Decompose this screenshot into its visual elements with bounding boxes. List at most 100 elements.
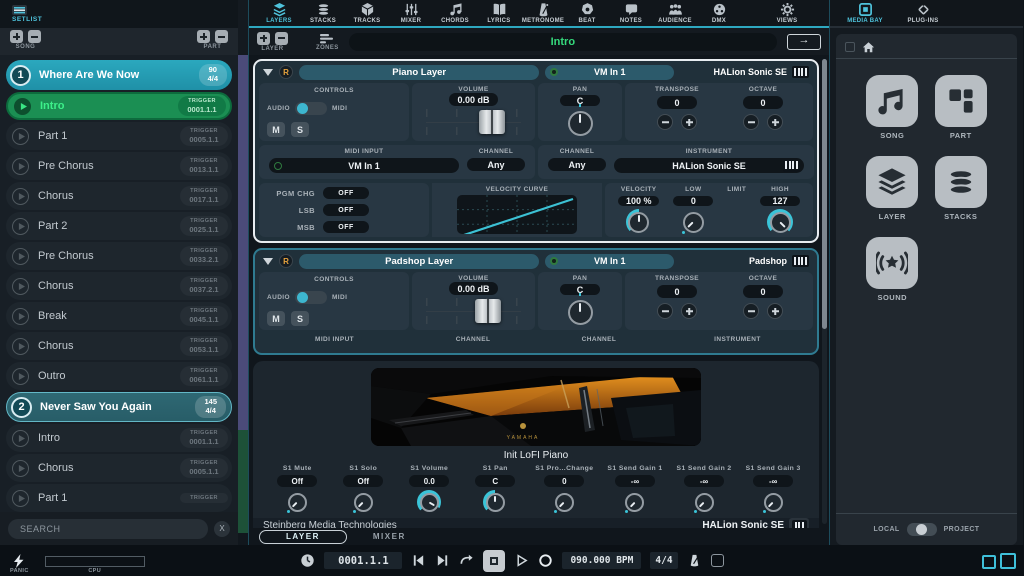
part-row[interactable]: Part 2 TRIGGER0025.1.1 <box>6 212 232 240</box>
param-value[interactable]: C <box>475 475 515 487</box>
octave-value[interactable]: 0 <box>743 96 783 109</box>
solo-button[interactable]: S <box>291 122 309 137</box>
audio-midi-toggle[interactable] <box>295 291 327 304</box>
song-row[interactable]: 1 Where Are We Now 904/4 <box>6 60 232 90</box>
transpose-value[interactable]: 0 <box>657 285 697 298</box>
song-row[interactable]: 2 Never Saw You Again 1454/4 <box>6 392 232 422</box>
part-row[interactable]: Chorus TRIGGER0037.2.1 <box>6 272 232 300</box>
collapse-icon[interactable] <box>263 69 273 76</box>
param-knob[interactable] <box>552 490 576 514</box>
main-window-button[interactable] <box>1000 553 1016 569</box>
transpose-value[interactable]: 0 <box>657 96 697 109</box>
loop-button[interactable] <box>459 553 474 568</box>
octave-plus-button[interactable] <box>767 114 783 130</box>
stop-button[interactable] <box>483 550 505 572</box>
go-to-end-button[interactable] <box>435 553 450 568</box>
volume-slider[interactable] <box>426 109 521 135</box>
record-button[interactable] <box>538 553 553 568</box>
param-value[interactable]: -∞ <box>753 475 793 487</box>
param-value[interactable]: 0 <box>544 475 584 487</box>
media-song-button[interactable]: SONG <box>858 75 927 140</box>
padshop-layer-panel[interactable]: R Padshop Layer VM In 1 Padshop CONTROLS… <box>253 248 819 355</box>
param-knob[interactable] <box>692 490 716 514</box>
midi-input-pill[interactable]: VM In 1 <box>545 254 674 269</box>
remove-layer-button[interactable] <box>275 32 288 45</box>
param-value[interactable]: -∞ <box>615 475 655 487</box>
param-value[interactable]: -∞ <box>684 475 724 487</box>
play-part-icon[interactable] <box>12 248 29 265</box>
filter-checkbox[interactable] <box>845 42 855 52</box>
tab-chords[interactable]: CHORDS <box>433 2 477 24</box>
clear-search-button[interactable]: X <box>214 521 230 537</box>
transpose-plus-button[interactable] <box>681 114 697 130</box>
param-value[interactable]: Off <box>277 475 317 487</box>
media-sound-button[interactable]: SOUND <box>858 237 927 302</box>
part-row[interactable]: Pre Chorus TRIGGER0013.1.1 <box>6 152 232 180</box>
panic-button[interactable]: PANIC <box>10 554 29 574</box>
tab-views[interactable]: VIEWS <box>765 2 809 24</box>
transpose-minus-button[interactable] <box>657 303 673 319</box>
add-part-button[interactable] <box>197 30 210 43</box>
layer-name[interactable]: Piano Layer <box>299 65 539 80</box>
volume-slider-handle[interactable] <box>475 299 501 323</box>
mute-button[interactable]: M <box>267 122 285 137</box>
velocity-knob[interactable] <box>626 209 652 235</box>
lsb-toggle[interactable]: OFF <box>323 204 369 216</box>
transpose-minus-button[interactable] <box>657 114 673 130</box>
part-row[interactable]: Chorus TRIGGER0005.1.1 <box>6 454 232 482</box>
mute-button[interactable]: M <box>267 311 285 326</box>
volume-slider[interactable] <box>426 298 521 324</box>
play-part-icon[interactable] <box>12 490 29 507</box>
tab-tracks[interactable]: TRACKS <box>345 2 389 24</box>
play-part-icon[interactable] <box>14 98 31 115</box>
tab-audience[interactable]: AUDIENCE <box>653 2 697 24</box>
part-row[interactable]: Chorus TRIGGER0017.1.1 <box>6 182 232 210</box>
zones-button[interactable]: ZONES <box>316 33 339 51</box>
low-limit-value[interactable]: 0 <box>673 196 713 206</box>
tab-stacks[interactable]: STACKS <box>301 2 345 24</box>
play-part-icon[interactable] <box>12 308 29 325</box>
media-part-button[interactable]: PART <box>927 75 996 140</box>
tab-beat[interactable]: BEAT <box>565 2 609 24</box>
pan-knob[interactable] <box>565 297 595 327</box>
low-limit-knob[interactable] <box>680 209 706 235</box>
instrument-selector[interactable]: HALion Sonic SE <box>680 66 809 78</box>
play-part-icon[interactable] <box>12 430 29 447</box>
record-arm-button[interactable]: R <box>279 254 293 268</box>
octave-value[interactable]: 0 <box>743 285 783 298</box>
play-part-icon[interactable] <box>12 158 29 175</box>
home-icon[interactable] <box>862 41 875 53</box>
tab-dmx[interactable]: DMX <box>697 2 741 24</box>
midi-channel-selector[interactable]: Any <box>467 158 525 171</box>
tab-media-bay[interactable]: MEDIA BAY <box>838 2 892 24</box>
collapse-icon[interactable] <box>263 258 273 265</box>
transpose-plus-button[interactable] <box>681 303 697 319</box>
part-row[interactable]: Outro TRIGGER0061.1.1 <box>6 362 232 390</box>
midi-input-selector[interactable]: VM In 1 <box>269 158 459 173</box>
play-part-icon[interactable] <box>12 128 29 145</box>
param-knob[interactable] <box>623 490 647 514</box>
time-signature-display[interactable]: 4/4 <box>650 552 677 569</box>
tab-metronome[interactable]: METRONOME <box>521 2 565 24</box>
play-button[interactable] <box>514 553 529 568</box>
go-to-start-button[interactable] <box>411 553 426 568</box>
instrument-channel-selector[interactable]: Any <box>548 158 606 171</box>
param-knob[interactable] <box>351 490 375 514</box>
tab-layers[interactable]: LAYERS <box>257 2 301 24</box>
precount-checkbox[interactable] <box>711 554 724 567</box>
part-row-active[interactable]: Intro TRIGGER0001.1.1 <box>6 92 232 120</box>
add-layer-button[interactable] <box>257 32 270 45</box>
local-project-toggle[interactable] <box>907 523 937 536</box>
velocity-value[interactable]: 100 % <box>618 196 660 206</box>
param-knob[interactable] <box>285 490 309 514</box>
high-limit-value[interactable]: 127 <box>760 196 800 206</box>
media-stacks-button[interactable]: STACKS <box>927 156 996 221</box>
octave-minus-button[interactable] <box>743 114 759 130</box>
param-knob[interactable] <box>761 490 785 514</box>
volume-value[interactable]: 0.00 dB <box>449 282 497 295</box>
pan-knob[interactable] <box>565 108 595 138</box>
audio-midi-toggle[interactable] <box>295 102 327 115</box>
param-knob[interactable] <box>417 490 441 514</box>
play-part-icon[interactable] <box>12 460 29 477</box>
tab-mixer[interactable]: MIXER <box>389 2 433 24</box>
